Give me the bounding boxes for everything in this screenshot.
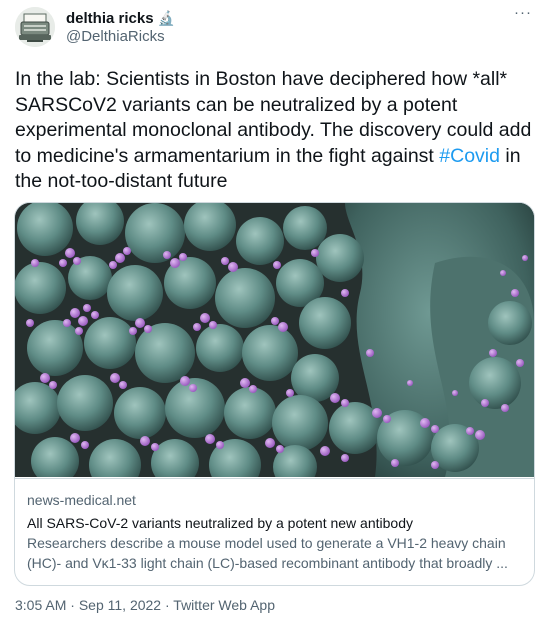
link-preview-card[interactable]: news-medical.net All SARS-CoV-2 variants…: [14, 202, 535, 586]
meta-separator: ·: [70, 597, 75, 613]
more-options-icon[interactable]: ···: [514, 4, 532, 22]
tweet-text: In the lab: Scientists in Boston have de…: [15, 67, 540, 195]
tweet-metadata: 3:05 AM · Sep 11, 2022 · Twitter Web App: [15, 596, 275, 614]
microscope-icon: 🔬: [157, 10, 175, 26]
tweet-date: Sep 11, 2022: [78, 597, 162, 613]
card-domain: news-medical.net: [27, 492, 136, 508]
card-description: Researchers describe a mouse model used …: [27, 533, 522, 573]
typewriter-icon: [15, 7, 55, 47]
card-text[interactable]: news-medical.net All SARS-CoV-2 variants…: [15, 478, 534, 585]
card-description-line-2: (HC)- and Vκ1-33 light chain (LC)-based …: [27, 555, 508, 571]
card-title: All SARS-CoV-2 variants neutralized by a…: [27, 515, 413, 531]
display-name[interactable]: delthia ricks 🔬: [66, 9, 175, 28]
hashtag-covid-link[interactable]: #Covid: [439, 145, 500, 167]
avatar[interactable]: [15, 7, 55, 47]
display-name-text: delthia ricks: [66, 10, 154, 27]
tweet-time: 3:05 AM: [15, 597, 67, 613]
card-description-line-1: Researchers describe a mouse model used …: [27, 535, 506, 551]
tweet-source[interactable]: Twitter Web App: [173, 597, 275, 613]
tweet: delthia ricks 🔬 @DelthiaRicks ··· In the …: [0, 0, 550, 617]
tweet-timestamp[interactable]: 3:05 AM · Sep 11, 2022: [15, 597, 161, 613]
card-image[interactable]: [15, 203, 534, 491]
virus-micrograph-image: [15, 203, 534, 491]
user-handle[interactable]: @DelthiaRicks: [66, 28, 165, 46]
meta-separator: ·: [164, 597, 170, 613]
